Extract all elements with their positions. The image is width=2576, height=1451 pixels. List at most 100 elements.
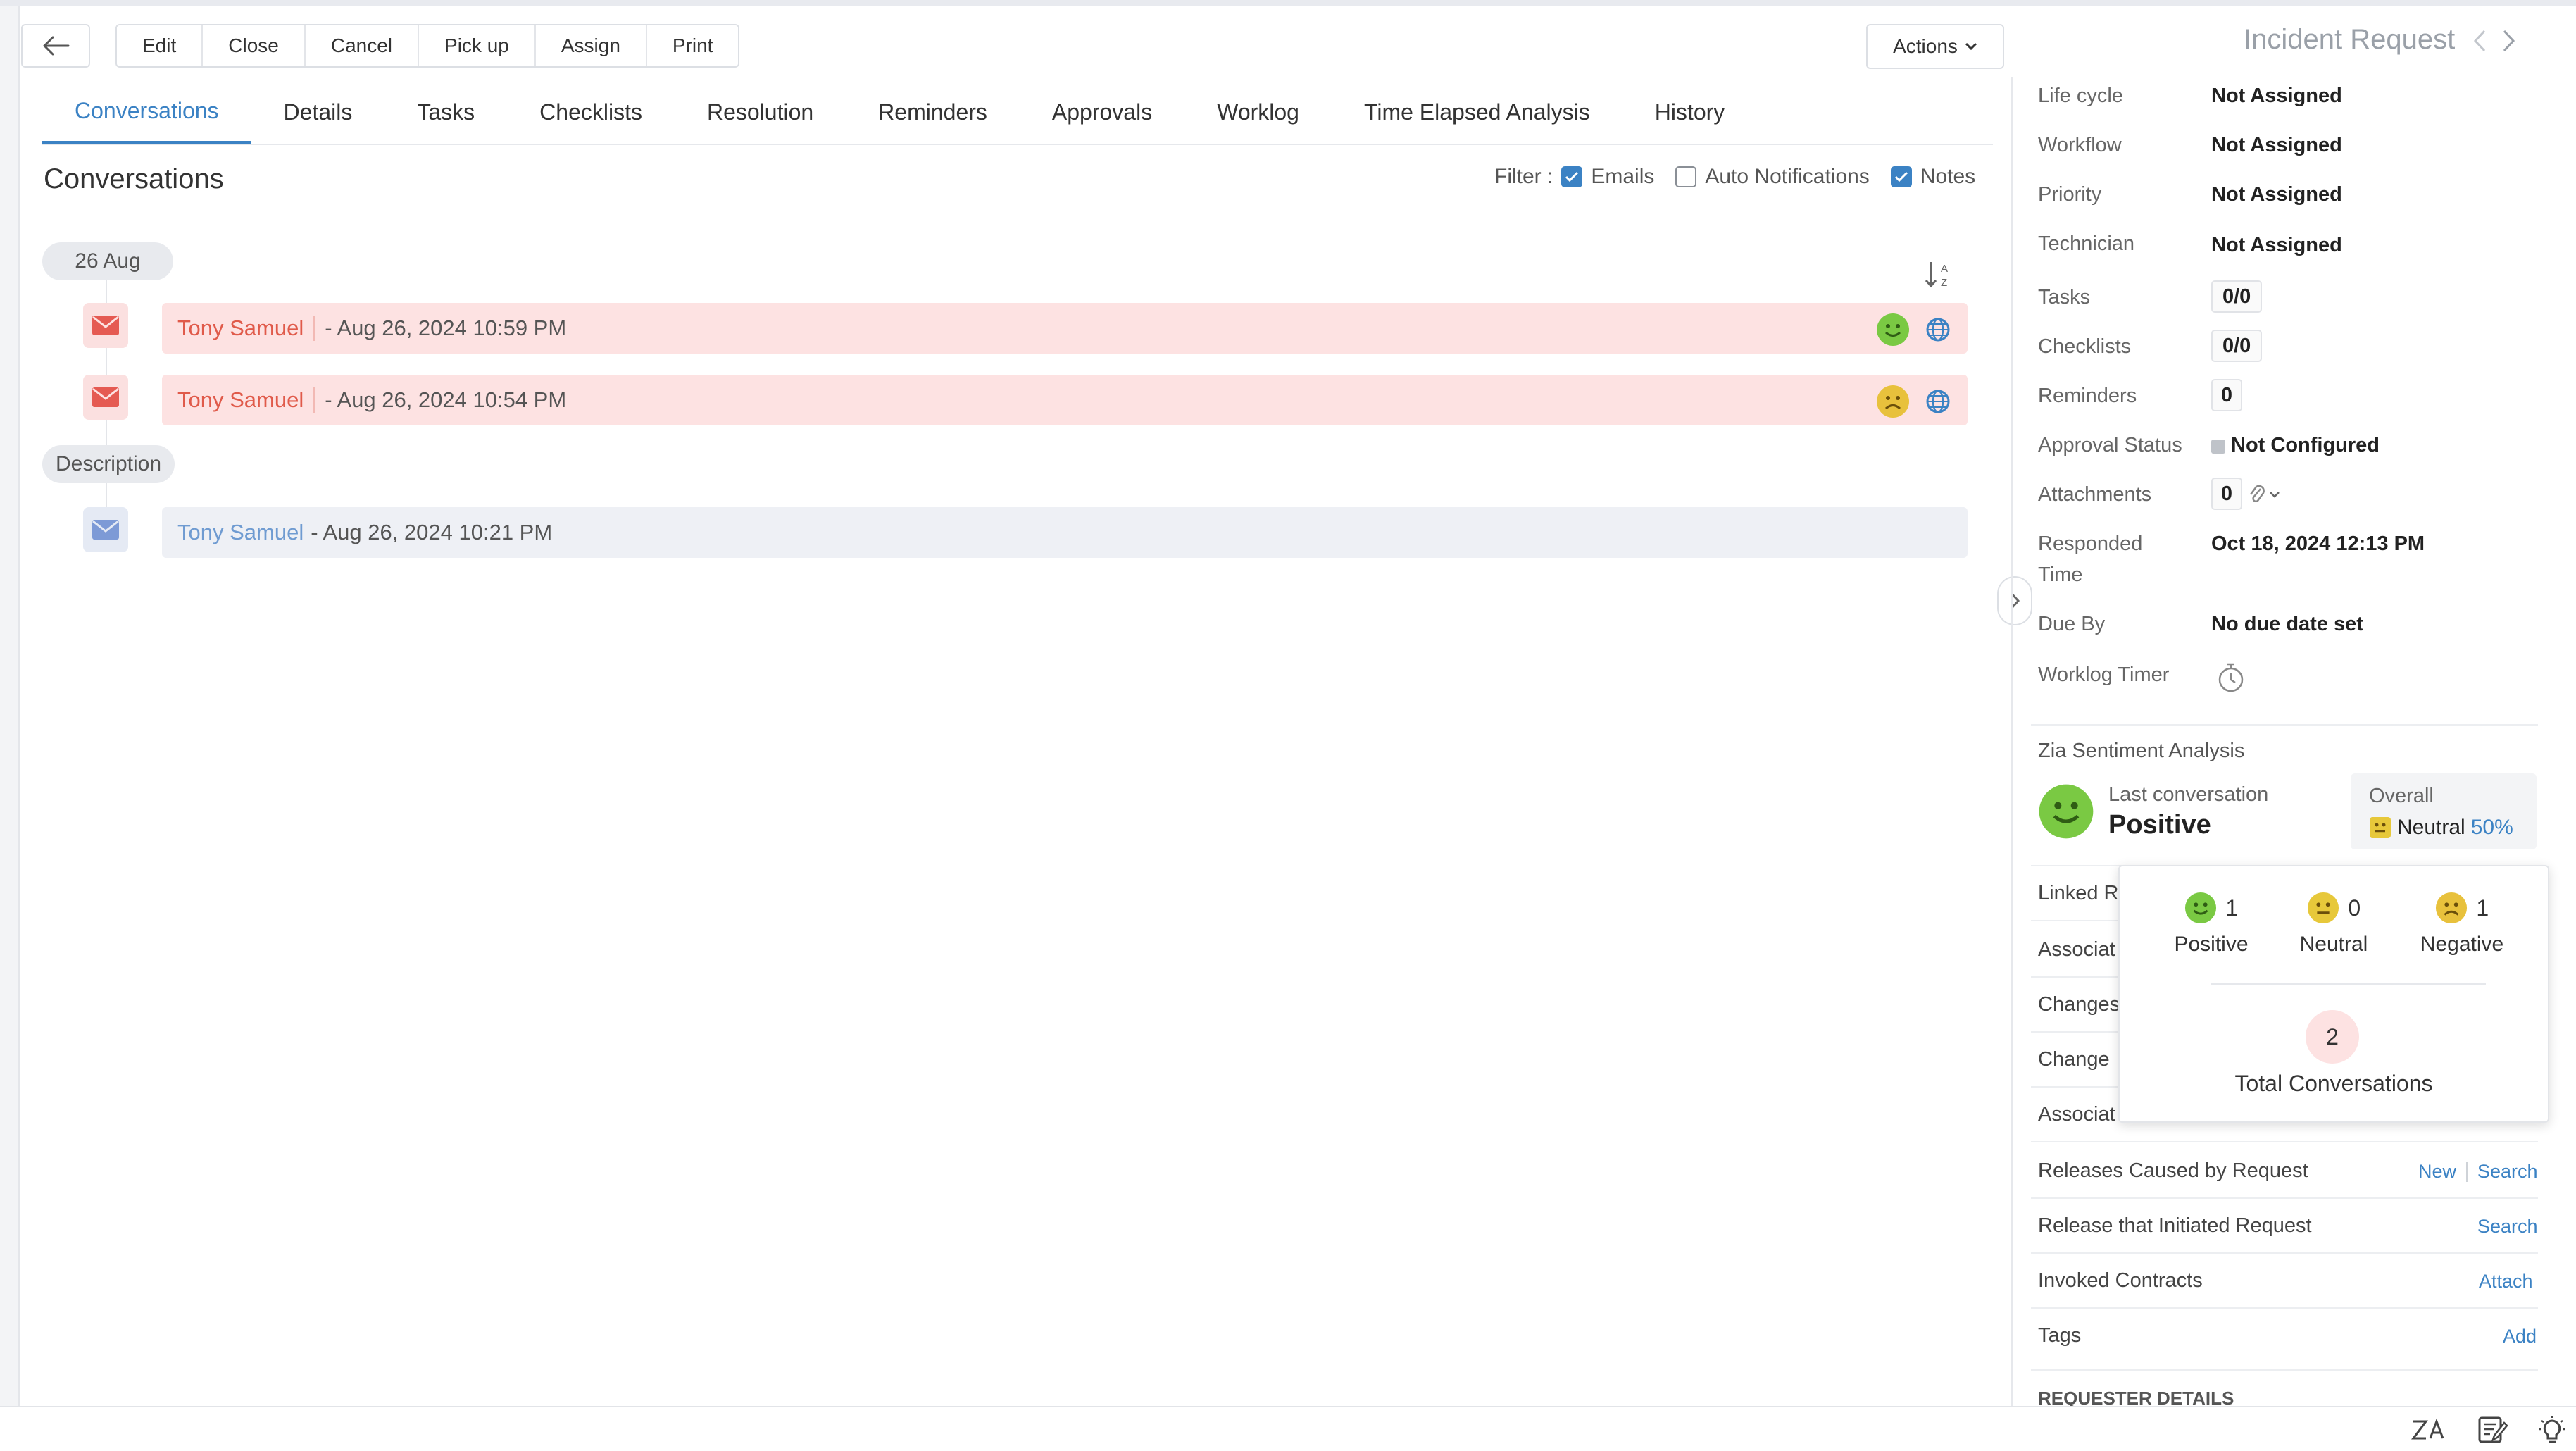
tab-approvals[interactable]: Approvals	[1020, 80, 1184, 144]
tab-checklists[interactable]: Checklists	[507, 80, 675, 144]
approval-status-value: Not Configured	[2231, 434, 2380, 456]
tab-time-elapsed-analysis[interactable]: Time Elapsed Analysis	[1332, 80, 1622, 144]
description-label: Description	[42, 445, 175, 483]
neutral-label: Neutral	[2299, 933, 2368, 956]
popup-divider	[2211, 983, 2486, 985]
notes-label[interactable]: Notes	[1920, 165, 1975, 189]
lightbulb-icon[interactable]	[2531, 1414, 2573, 1445]
auto-notifications-label[interactable]: Auto Notifications	[1705, 165, 1869, 189]
invoked-contracts-attach-link[interactable]: Attach	[2479, 1271, 2533, 1293]
tab-reminders[interactable]: Reminders	[846, 80, 1020, 144]
window-top-border	[0, 0, 2576, 6]
positive-sentiment-icon	[2038, 783, 2094, 843]
edit-button[interactable]: Edit	[117, 25, 204, 66]
notes-checkbox[interactable]	[1890, 166, 1912, 187]
stopwatch-icon[interactable]	[2217, 662, 2245, 697]
tab-history[interactable]: History	[1622, 80, 1758, 144]
checklists-count[interactable]: 0/0	[2211, 330, 2263, 362]
change-link[interactable]: Change	[2038, 1048, 2110, 1071]
release-initiated-search-link[interactable]: Search	[2477, 1216, 2538, 1238]
notes-icon[interactable]	[2472, 1414, 2514, 1445]
chevron-down-icon	[1965, 42, 1977, 51]
collapse-panel-button[interactable]	[1997, 576, 2032, 625]
negative-count: 1	[2476, 895, 2489, 921]
positive-sentiment-icon	[1877, 313, 1909, 346]
record-navigation	[2472, 28, 2517, 54]
bottom-status-bar	[0, 1406, 2576, 1451]
tabs-divider	[42, 144, 1993, 145]
conversation-row[interactable]: Tony Samuel - Aug 26, 2024 10:54 PM	[162, 375, 1968, 425]
checklists-label: Checklists	[2038, 335, 2132, 358]
back-button[interactable]	[21, 24, 90, 68]
date-group-label: 26 Aug	[42, 242, 173, 280]
previous-record-icon[interactable]	[2472, 28, 2487, 54]
auto-notifications-checkbox[interactable]	[1675, 166, 1697, 187]
releases-caused-search-link[interactable]: Search	[2477, 1161, 2538, 1183]
releases-caused-new-link[interactable]: New	[2418, 1161, 2456, 1183]
conversation-author[interactable]: Tony Samuel	[177, 387, 315, 413]
technician-value[interactable]: Not Assigned	[2211, 234, 2342, 257]
tab-resolution[interactable]: Resolution	[675, 80, 846, 144]
conversation-author[interactable]: Tony Samuel	[177, 316, 315, 341]
section-divider	[2031, 1369, 2538, 1371]
detail-tabs: Conversations Details Tasks Checklists R…	[42, 80, 1757, 144]
globe-icon	[1926, 318, 1950, 342]
actions-label: Actions	[1893, 35, 1958, 57]
conversation-time: - Aug 26, 2024 10:54 PM	[325, 387, 567, 412]
tasks-label: Tasks	[2038, 286, 2091, 309]
description-row[interactable]: Tony Samuel - Aug 26, 2024 10:21 PM	[162, 507, 1968, 558]
tab-details[interactable]: Details	[251, 80, 385, 144]
chevron-down-icon	[2270, 492, 2280, 498]
sort-az-icon[interactable]: A Z	[1924, 259, 1956, 294]
right-panel-border	[2011, 77, 2013, 1406]
priority-value[interactable]: Not Assigned	[2211, 183, 2342, 206]
tasks-count[interactable]: 0/0	[2211, 280, 2263, 313]
pickup-button[interactable]: Pick up	[419, 25, 536, 66]
attachment-menu[interactable]	[2248, 483, 2280, 506]
tags-add-link[interactable]: Add	[2503, 1326, 2537, 1347]
email-icon	[83, 375, 128, 420]
emails-label[interactable]: Emails	[1591, 165, 1654, 189]
section-divider	[2031, 1197, 2538, 1199]
conversation-row[interactable]: Tony Samuel - Aug 26, 2024 10:59 PM	[162, 303, 1968, 354]
due-by-value[interactable]: No due date set	[2211, 613, 2363, 636]
print-button[interactable]: Print	[646, 25, 739, 66]
associated-link[interactable]: Associat	[2038, 938, 2115, 961]
filter-label: Filter :	[1494, 165, 1553, 188]
close-button[interactable]: Close	[203, 25, 306, 66]
emails-checkbox[interactable]	[1561, 166, 1583, 187]
tab-worklog[interactable]: Worklog	[1184, 80, 1332, 144]
reminders-count[interactable]: 0	[2211, 379, 2242, 411]
negative-sentiment-icon	[1877, 385, 1909, 418]
next-record-icon[interactable]	[2501, 28, 2517, 54]
sentiment-breakdown-popup: 1 Positive 0 Neutral 1 Negative 2 Total …	[2118, 865, 2549, 1123]
conversation-time: - Aug 26, 2024 10:59 PM	[325, 316, 567, 340]
invoked-contracts-label: Invoked Contracts	[2038, 1269, 2203, 1292]
changes-link[interactable]: Changes	[2038, 993, 2120, 1016]
tags-label: Tags	[2038, 1324, 2082, 1347]
cancel-button[interactable]: Cancel	[305, 25, 420, 66]
tab-conversations[interactable]: Conversations	[42, 80, 251, 144]
last-conversation-label: Last conversation	[2108, 783, 2269, 806]
overall-label: Overall	[2369, 785, 2434, 807]
svg-text:Z: Z	[1941, 277, 1947, 289]
description-time: - Aug 26, 2024 10:21 PM	[311, 520, 553, 544]
zia-icon[interactable]	[2407, 1414, 2449, 1445]
tab-tasks[interactable]: Tasks	[384, 80, 507, 144]
description-author[interactable]: Tony Samuel	[177, 520, 311, 545]
lifecycle-value[interactable]: Not Assigned	[2211, 85, 2342, 108]
toolbar-button-group: Edit Close Cancel Pick up Assign Print	[115, 24, 740, 68]
responded-time-value: Oct 18, 2024 12:13 PM	[2211, 533, 2425, 555]
workflow-value[interactable]: Not Assigned	[2211, 134, 2342, 157]
overall-sentiment-percent: 50%	[2470, 816, 2513, 839]
assign-button[interactable]: Assign	[535, 25, 647, 66]
negative-stat: 1 Negative	[2399, 892, 2525, 957]
attachments-count[interactable]: 0	[2211, 478, 2242, 510]
neutral-count: 0	[2348, 895, 2361, 921]
reminders-label: Reminders	[2038, 385, 2137, 407]
section-divider	[2031, 724, 2538, 726]
linked-requests-link[interactable]: Linked R	[2038, 882, 2118, 905]
associated-link-2[interactable]: Associat	[2038, 1103, 2115, 1126]
last-conversation-sentiment: Positive	[2108, 810, 2211, 840]
actions-dropdown[interactable]: Actions	[1866, 24, 2004, 69]
